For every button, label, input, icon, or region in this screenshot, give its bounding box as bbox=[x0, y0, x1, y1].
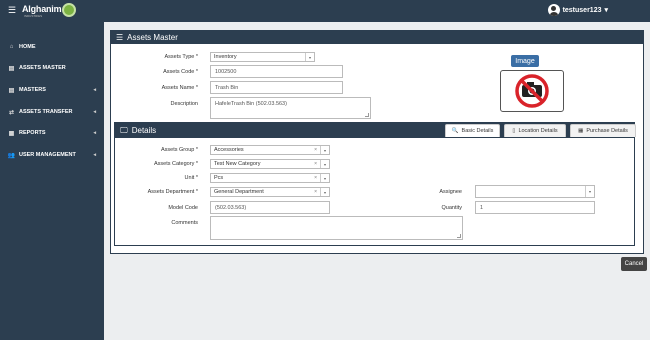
chevron-down-icon: ▾ bbox=[305, 53, 314, 61]
search-icon: 🔍 bbox=[451, 128, 459, 134]
chart-icon: ▦ bbox=[8, 130, 15, 137]
top-bar: ☰ Alghanim INDUSTRIES testuser123 ▾ bbox=[0, 0, 650, 22]
unit-select[interactable]: Pcs × ▾ bbox=[210, 173, 330, 183]
clear-icon[interactable]: × bbox=[314, 161, 317, 167]
assets-department-select[interactable]: General Department × ▾ bbox=[210, 187, 330, 197]
assets-code-label: Assets Code * bbox=[163, 69, 198, 75]
tab-label: Purchase Details bbox=[586, 128, 628, 134]
resize-handle-icon[interactable] bbox=[457, 234, 461, 238]
cancel-button[interactable]: Cancel bbox=[621, 257, 647, 271]
brand-logo[interactable]: Alghanim bbox=[22, 4, 62, 14]
chevron-down-icon: ▾ bbox=[320, 174, 329, 182]
assets-group-select[interactable]: Accessories × ▾ bbox=[210, 145, 330, 155]
assets-category-select[interactable]: Test New Category × ▾ bbox=[210, 159, 330, 169]
image-label: Image bbox=[511, 55, 539, 67]
assets-type-value: Inventory bbox=[214, 54, 237, 60]
model-code-field[interactable]: (502.03.563) bbox=[210, 201, 330, 214]
details-title: Details bbox=[131, 126, 157, 135]
description-label: Description bbox=[170, 101, 198, 107]
chevron-left-icon: ◂ bbox=[93, 109, 96, 115]
assets-department-value: General Department bbox=[214, 189, 264, 195]
username: testuser123 bbox=[562, 6, 602, 14]
assets-department-label: Assets Department * bbox=[147, 189, 198, 195]
asset-image[interactable] bbox=[500, 70, 564, 112]
home-icon: ⌂ bbox=[9, 44, 14, 50]
chevron-left-icon: ◂ bbox=[93, 130, 96, 136]
assets-group-value: Accessories bbox=[214, 147, 244, 153]
unit-label: Unit * bbox=[184, 175, 198, 181]
no-camera-icon bbox=[515, 74, 549, 108]
monitor-icon: 🖵 bbox=[120, 125, 128, 135]
assets-master-header: ☰ Assets Master bbox=[111, 31, 643, 44]
tab-label: Location Details bbox=[518, 128, 558, 134]
quantity-label: Quantity bbox=[441, 205, 462, 211]
tab-label: Basic Details bbox=[461, 128, 494, 134]
chart-icon: ▦ bbox=[578, 128, 584, 134]
comments-field[interactable] bbox=[210, 216, 463, 240]
sidebar: ⌂ HOME ▤ ASSETS MASTER ▤ MASTERS ◂ ⇄ ASS… bbox=[0, 22, 104, 340]
sidebar-item-user-management[interactable]: 👥 USER MANAGEMENT ◂ bbox=[0, 145, 104, 165]
sidebar-item-label: MASTERS bbox=[19, 87, 46, 93]
quantity-field[interactable]: 1 bbox=[475, 201, 595, 214]
brand-logo-subtitle: INDUSTRIES bbox=[24, 14, 43, 18]
list-icon: ▤ bbox=[8, 87, 15, 94]
user-menu[interactable]: testuser123 ▾ bbox=[547, 4, 608, 16]
sidebar-item-home[interactable]: ⌂ HOME bbox=[0, 37, 104, 57]
comments-label: Comments bbox=[171, 220, 198, 226]
assets-category-value: Test New Category bbox=[214, 161, 261, 167]
clear-icon[interactable]: × bbox=[314, 175, 317, 181]
description-field[interactable]: HafeleTrash Bin (502.03.563) bbox=[210, 97, 371, 119]
user-avatar-icon bbox=[547, 4, 560, 16]
sidebar-item-assets-master[interactable]: ▤ ASSETS MASTER bbox=[0, 58, 104, 78]
chevron-down-icon: ▾ bbox=[604, 7, 608, 14]
model-code-label: Model Code bbox=[168, 205, 198, 211]
brand-mark-icon bbox=[62, 3, 76, 17]
tab-purchase-details[interactable]: ▦ Purchase Details bbox=[570, 124, 636, 137]
quantity-value: 1 bbox=[480, 204, 484, 211]
assets-type-label: Assets Type * bbox=[164, 54, 198, 60]
chevron-down-icon: ▾ bbox=[585, 186, 594, 197]
tab-basic-details[interactable]: 🔍 Basic Details bbox=[445, 124, 500, 137]
sidebar-item-label: USER MANAGEMENT bbox=[19, 152, 76, 158]
tab-location-details[interactable]: ▯ Location Details bbox=[504, 124, 566, 137]
model-code-value: (502.03.563) bbox=[215, 204, 247, 211]
assets-name-label: Assets Name * bbox=[161, 85, 198, 91]
assets-type-select[interactable]: Inventory ▾ bbox=[210, 52, 315, 62]
sidebar-item-reports[interactable]: ▦ REPORTS ◂ bbox=[0, 123, 104, 143]
unit-value: Pcs bbox=[214, 175, 224, 181]
menu-toggle-icon[interactable]: ☰ bbox=[8, 5, 16, 16]
assignee-label: Assignee bbox=[439, 189, 462, 195]
assets-group-label: Assets Group * bbox=[161, 147, 198, 153]
chevron-left-icon: ◂ bbox=[93, 87, 96, 93]
document-icon: ▯ bbox=[512, 128, 516, 134]
assets-name-field[interactable]: Trash Bin bbox=[210, 81, 343, 94]
sidebar-item-label: ASSETS MASTER bbox=[19, 65, 66, 71]
assets-name-value: Trash Bin bbox=[215, 84, 239, 91]
chevron-down-icon: ▾ bbox=[320, 160, 329, 168]
sidebar-item-label: REPORTS bbox=[19, 130, 46, 136]
sidebar-item-assets-transfer[interactable]: ⇄ ASSETS TRANSFER ◂ bbox=[0, 102, 104, 122]
resize-handle-icon[interactable] bbox=[365, 113, 369, 117]
sidebar-item-masters[interactable]: ▤ MASTERS ◂ bbox=[0, 80, 104, 100]
assets-code-value: 1002500 bbox=[215, 68, 237, 75]
assets-category-label: Assets Category * bbox=[153, 161, 198, 167]
list-icon: ☰ bbox=[116, 33, 124, 42]
sidebar-item-label: HOME bbox=[19, 44, 36, 50]
transfer-icon: ⇄ bbox=[8, 109, 15, 116]
list-icon: ▤ bbox=[8, 65, 15, 72]
panel-title: Assets Master bbox=[127, 33, 178, 42]
assets-code-field[interactable]: 1002500 bbox=[210, 65, 343, 78]
chevron-down-icon: ▾ bbox=[320, 146, 329, 154]
description-value: HafeleTrash Bin (502.03.563) bbox=[215, 101, 287, 107]
clear-icon[interactable]: × bbox=[314, 147, 317, 153]
assignee-select[interactable]: ▾ bbox=[475, 185, 595, 198]
chevron-left-icon: ◂ bbox=[93, 152, 96, 158]
sidebar-item-label: ASSETS TRANSFER bbox=[19, 109, 73, 115]
users-icon: 👥 bbox=[7, 152, 16, 159]
chevron-down-icon: ▾ bbox=[320, 188, 329, 196]
clear-icon[interactable]: × bbox=[314, 189, 317, 195]
